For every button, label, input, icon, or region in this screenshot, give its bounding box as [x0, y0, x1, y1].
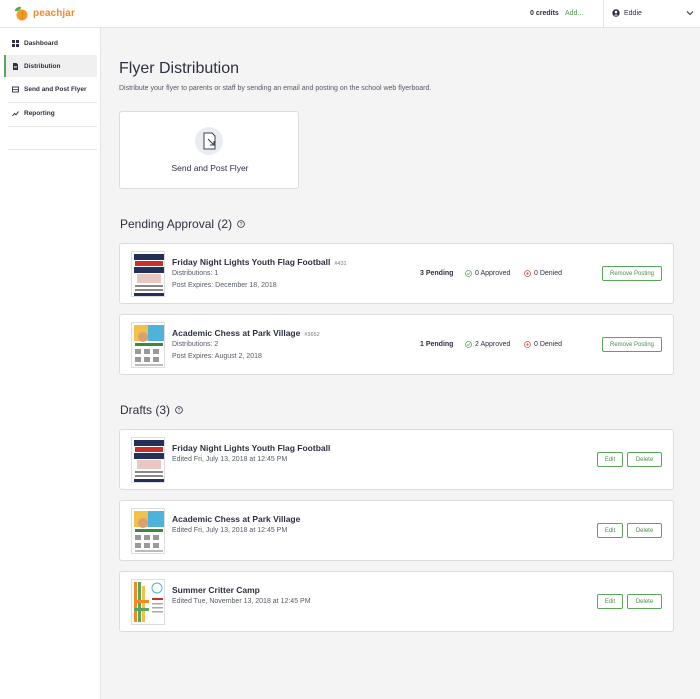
edited-timestamp: Edited Tue, November 13, 2018 at 12:45 P… — [172, 598, 311, 605]
edit-button[interactable]: Edit — [597, 594, 623, 609]
flyer-title[interactable]: Friday Night Lights Youth Flag Football — [172, 443, 330, 453]
distributions-count: Distributions: 2 — [172, 341, 219, 348]
sidebar: Dashboard Distribution Send and Post Fly… — [0, 28, 101, 699]
drafts-heading: Drafts (3) ? — [120, 403, 183, 417]
flyer-thumbnail[interactable] — [131, 437, 165, 483]
page-subtitle: Distribute your flyer to parents or staf… — [119, 85, 432, 92]
edited-timestamp: Edited Fri, July 13, 2018 at 12:45 PM — [172, 456, 288, 463]
remove-posting-button[interactable]: Remove Posting — [602, 337, 662, 352]
sidebar-item-distribution[interactable]: Distribution — [4, 55, 97, 77]
sidebar-item-send-and-post[interactable]: Send and Post Flyer — [4, 78, 97, 100]
denied-label: 0 Denied — [534, 341, 563, 348]
denied-label: 0 Denied — [534, 270, 563, 277]
check-circle-icon — [465, 341, 472, 348]
flyer-title[interactable]: Academic Chess at Park Village — [172, 514, 300, 524]
distributions-count: Distributions: 1 — [172, 270, 219, 277]
x-circle-icon — [524, 341, 531, 348]
divider — [603, 0, 604, 28]
flyer-id: #3652 — [304, 332, 320, 338]
sidebar-item-label: Dashboard — [24, 39, 58, 47]
pending-flyer-card: Academic Chess at Park Village #3652 Dist… — [119, 314, 674, 375]
draft-flyer-card: Friday Night Lights Youth Flag Football … — [119, 429, 674, 490]
send-flyer-icon — [195, 127, 223, 155]
flyer-title[interactable]: Summer Critter Camp — [172, 585, 260, 595]
flyer-title-text: Academic Chess at Park Village — [172, 328, 301, 338]
user-menu[interactable]: Eddie — [612, 9, 642, 17]
delete-button[interactable]: Delete — [627, 452, 662, 467]
check-circle-icon — [465, 270, 472, 277]
add-credits-link[interactable]: Add... — [565, 10, 583, 17]
approved-count: 2 Approved — [465, 341, 510, 348]
svg-text:?: ? — [240, 222, 243, 228]
post-expires: Post Expires: August 2, 2018 — [172, 353, 262, 360]
send-and-post-flyer-label: Send and Post Flyer — [171, 163, 249, 173]
document-icon — [13, 62, 18, 70]
delete-button[interactable]: Delete — [627, 523, 662, 538]
send-icon — [12, 86, 19, 92]
draft-flyer-card: Summer Critter Camp Edited Tue, November… — [119, 571, 674, 632]
sidebar-item-dashboard[interactable]: Dashboard — [4, 32, 97, 54]
pending-approval-title: Pending Approval (2) — [120, 217, 233, 231]
logo[interactable]: peachjar — [14, 5, 75, 21]
logo-text: peachjar — [33, 7, 75, 19]
send-and-post-flyer-card[interactable]: Send and Post Flyer — [119, 111, 299, 189]
delete-button[interactable]: Delete — [627, 594, 662, 609]
remove-posting-button[interactable]: Remove Posting — [602, 266, 662, 281]
page-title: Flyer Distribution — [119, 60, 240, 77]
flyer-title-text: Friday Night Lights Youth Flag Football — [172, 257, 331, 267]
denied-count: 0 Denied — [524, 270, 562, 277]
flyer-title[interactable]: Friday Night Lights Youth Flag Football #… — [172, 257, 347, 267]
sidebar-item-label: Send and Post Flyer — [24, 85, 87, 93]
user-name: Eddie — [624, 9, 642, 17]
sidebar-item-label: Distribution — [24, 62, 61, 70]
user-icon — [612, 9, 620, 17]
flyer-thumbnail[interactable] — [131, 579, 165, 625]
reporting-icon — [12, 110, 19, 116]
pending-count: 1 Pending — [420, 341, 454, 348]
sidebar-item-reporting[interactable]: Reporting — [4, 102, 97, 124]
help-icon[interactable]: ? — [237, 220, 245, 228]
pending-count: 3 Pending — [420, 270, 454, 277]
flyer-id: #431 — [334, 261, 347, 267]
divider — [8, 126, 97, 127]
svg-text:?: ? — [178, 408, 181, 414]
chevron-down-icon[interactable] — [686, 10, 694, 16]
flyer-thumbnail[interactable] — [131, 251, 165, 297]
pending-approval-heading: Pending Approval (2) ? — [120, 217, 245, 231]
dashboard-icon — [12, 39, 19, 47]
post-expires: Post Expires: December 18, 2018 — [172, 282, 277, 289]
sidebar-item-label: Reporting — [24, 109, 55, 117]
approved-label: 2 Approved — [475, 341, 511, 348]
flyer-title[interactable]: Academic Chess at Park Village #3652 — [172, 328, 320, 338]
edit-button[interactable]: Edit — [597, 523, 623, 538]
x-circle-icon — [524, 270, 531, 277]
approved-count: 0 Approved — [465, 270, 510, 277]
drafts-title: Drafts (3) — [120, 403, 171, 417]
divider — [8, 149, 97, 150]
edited-timestamp: Edited Fri, July 13, 2018 at 12:45 PM — [172, 527, 288, 534]
edit-button[interactable]: Edit — [597, 452, 623, 467]
peach-logo-icon — [14, 6, 28, 21]
denied-count: 0 Denied — [524, 341, 562, 348]
approved-label: 0 Approved — [475, 270, 511, 277]
draft-flyer-card: Academic Chess at Park Village Edited Fr… — [119, 500, 674, 561]
top-bar: peachjar 0 credits Add... Eddie — [0, 0, 700, 28]
help-icon[interactable]: ? — [175, 406, 183, 414]
pending-flyer-card: Friday Night Lights Youth Flag Football #… — [119, 243, 674, 304]
flyer-thumbnail[interactable] — [131, 322, 165, 368]
flyer-thumbnail[interactable] — [131, 508, 165, 554]
credits-count: 0 credits — [530, 10, 559, 17]
